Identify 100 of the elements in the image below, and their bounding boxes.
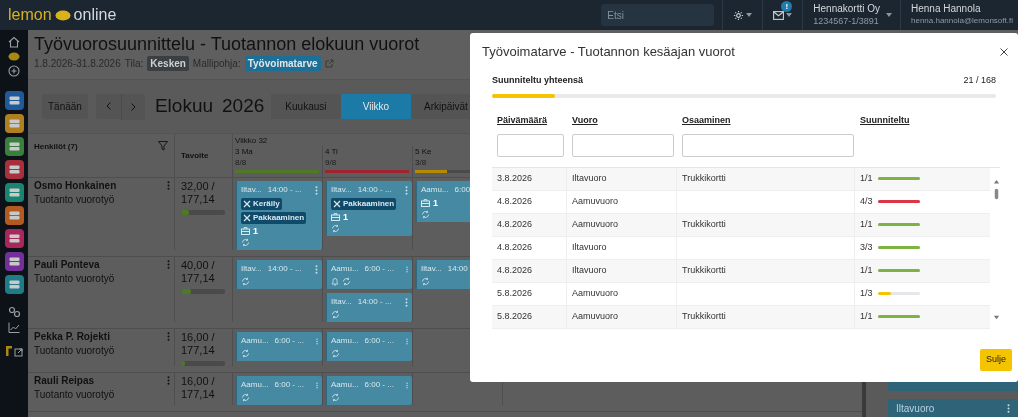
shift-time: 6:00 - ... [364,379,394,391]
search-field[interactable]: Etsi [601,4,715,26]
filter-icon[interactable] [158,141,168,151]
template-badge: Työvoimatarve [244,56,321,71]
shift-card[interactable]: Aamu... 6:00 - ... [325,376,412,405]
logo-text: lemon [8,5,52,25]
gears-icon[interactable] [7,306,21,318]
app-icon[interactable] [4,91,24,110]
filter-field[interactable] [572,134,674,157]
close-icon[interactable] [1000,48,1008,56]
person-role: Tuotanto vuorotyö [34,389,115,401]
home-icon[interactable] [8,36,20,48]
notification-badge: ! [781,1,793,12]
kebab-icon[interactable] [405,297,408,307]
day-label: 5 Ke [415,146,432,157]
shift-card[interactable] [888,381,1018,391]
table-cell-text: Aamuvuoro [572,286,619,300]
kebab-icon[interactable] [315,185,318,195]
shift-card[interactable]: Iltav... 14:00 - ... [325,293,412,322]
table-cell-text: 5.8.2026 [497,309,533,323]
oval-icon[interactable] [8,52,20,61]
repeat-icon [241,393,250,402]
repeat-icon [241,238,250,247]
table-cell-text: 4/3 [860,194,873,208]
shift-time: 14:00 - ... [267,263,302,275]
shift-card[interactable]: Iltav... 14:00 - ... Keräily Pakkaaminen 1 [235,181,322,250]
app-icon[interactable] [4,137,24,156]
today-button[interactable]: Tänään [42,94,88,119]
column-header[interactable]: Päivämäärä [497,113,548,127]
skill-tag: Keräily [241,198,282,210]
table-cell-text: Iltavuoro [572,171,607,185]
app-icon[interactable] [4,252,24,271]
kebab-icon[interactable] [167,181,170,190]
shift-name: Aamu... [241,335,269,347]
shift-time: 6:00 - ... [274,379,304,391]
skill-tag: Pakkaaminen [241,212,307,224]
worker-count: 1 [253,226,258,236]
company-name: Hennakortti Oy [813,3,880,15]
app-icon[interactable] [4,160,24,179]
column-header[interactable]: Suunniteltu [860,113,910,127]
app-icon[interactable] [4,206,24,225]
kebab-icon[interactable] [315,264,318,274]
add-icon[interactable] [8,65,20,77]
view-tab[interactable]: Viikko [340,94,411,119]
app-icon[interactable] [4,183,24,202]
week-label: Viikko 32 [234,135,268,146]
repeat-icon [241,349,250,358]
kebab-icon[interactable] [405,185,408,195]
shift-time: 6:00 - ... [274,335,304,347]
person-name: Pauli Ponteva [34,259,100,271]
table-cell-text: Aamuvuoro [572,194,619,208]
shift-name: Iltav... [331,184,352,196]
table-cell-text: 3/3 [860,240,873,254]
hours-value: 16,00 / [181,375,215,388]
person-name: Pekka P. Rojekti [34,331,110,343]
caret-icon [746,13,753,17]
shift-time: 14:00 - ... [357,296,392,308]
table-cell-text: 1/1 [860,263,873,277]
person-role: Tuotanto vuorotyö [34,194,115,206]
hours-value: 16,00 / [181,331,215,344]
hours-value: 40,00 / [181,259,215,272]
kebab-icon[interactable] [167,376,170,385]
filter-field[interactable] [682,134,854,157]
filter-field[interactable] [497,134,564,157]
table-cell-text: Aamuvuoro [572,217,619,231]
kebab-icon[interactable] [1007,403,1010,413]
shift-card[interactable]: Aamu... 6:00 - ... [235,332,322,361]
table-cell-text: 5.8.2026 [497,286,533,300]
shift-card[interactable]: Iltav... 14:00 - ... Pakkaaminen 1 [325,181,412,236]
worker-count: 1 [343,212,348,222]
table-cell-text: Iltavuoro [572,240,607,254]
app-icon[interactable] [4,114,24,133]
table-cell-text: Trukkikortti [682,309,726,323]
kebab-icon[interactable] [167,332,170,341]
column-header[interactable]: Vuoro [572,113,598,127]
view-tab[interactable]: Kuukausi [270,94,341,119]
briefcase-icon [421,199,430,207]
person-name: Osmo Honkainen [34,180,117,192]
shift-card[interactable]: Aamu... 6:00 - ... [325,332,412,361]
table-cell-text: Trukkikortti [682,263,726,277]
page-title: Työvuorosuunnittelu - Tuotannon elokuun vuorot [34,33,420,55]
close-button[interactable]: Sulje [980,349,1012,371]
column-header[interactable]: Osaaminen [682,113,731,127]
mail-icon [773,10,785,20]
app-icon[interactable] [4,229,24,248]
table-cell-text: 1/1 [860,171,873,185]
logo-text: online [73,5,117,25]
shift-time: 14:00 - ... [267,184,302,196]
kebab-icon[interactable] [167,260,170,269]
tools-icon [243,200,251,208]
shift-card[interactable]: Aamu... 6:00 - ... [235,376,322,405]
app-icon[interactable] [4,275,24,294]
table-cell-text: Trukkikortti [682,217,726,231]
shift-name: Aamu... [331,335,359,347]
shift-card[interactable]: Iltav... 14:00 - ... [235,260,322,289]
shift-time: 14:00 [447,263,468,275]
shift-card[interactable]: Iltavuoro [888,399,1018,417]
shift-card[interactable]: Aamu... 6:00 - ... [325,260,412,289]
chart-icon[interactable] [8,322,20,333]
app-link-icon[interactable] [5,345,23,357]
